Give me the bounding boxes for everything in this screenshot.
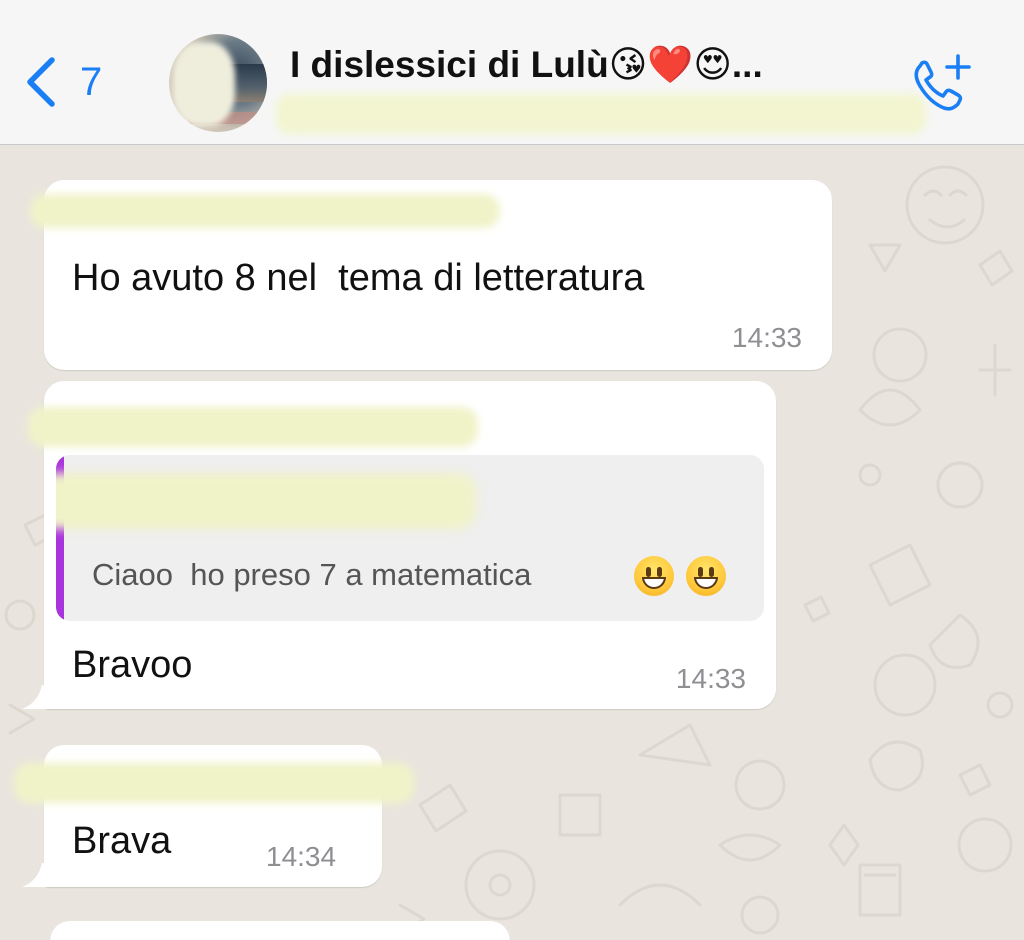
sender-name — [30, 194, 500, 228]
message-text: Brava — [72, 820, 172, 862]
grinning-face-icon — [634, 556, 674, 596]
message-bubble[interactable] — [50, 921, 510, 940]
unread-count[interactable]: 7 — [80, 58, 102, 106]
chat-title[interactable]: I dislessici di Lulù😘❤️😍... — [290, 40, 763, 90]
message-text: Bravoo — [72, 644, 193, 686]
message-time: 14:33 — [731, 322, 802, 353]
phone-add-icon[interactable] — [908, 52, 976, 112]
message-time: 14:34 — [266, 841, 337, 872]
quoted-message[interactable]: Ciaoo ho preso 7 a matematica — [56, 455, 764, 621]
message-text: Ho avuto 8 nel tema di letteratura — [72, 257, 645, 299]
group-avatar[interactable] — [169, 34, 267, 132]
sender-name — [14, 763, 414, 803]
quoted-text: Ciaoo ho preso 7 a matematica — [92, 557, 532, 592]
quoted-sender-name — [56, 473, 476, 529]
participants-subtitle — [276, 94, 926, 134]
chat-area[interactable]: Ho avuto 8 nel tema di letteratura 14:33… — [0, 145, 1024, 940]
message-bubble[interactable]: Ho avuto 8 nel tema di letteratura 14:33 — [30, 180, 832, 370]
sender-name — [28, 407, 478, 447]
message-bubble[interactable]: Ciaoo ho preso 7 a matematica Bravoo 14:… — [28, 381, 776, 709]
bubble-tail — [22, 863, 50, 887]
chat-header: 7 I dislessici di Lulù😘❤️😍... — [0, 0, 1024, 145]
bubble-tail — [22, 685, 50, 709]
grinning-face-icon — [686, 556, 726, 596]
message-bubble[interactable]: Brava 14:34 — [14, 745, 414, 887]
chevron-left-icon[interactable] — [22, 56, 58, 108]
message-time: 14:33 — [675, 663, 746, 694]
